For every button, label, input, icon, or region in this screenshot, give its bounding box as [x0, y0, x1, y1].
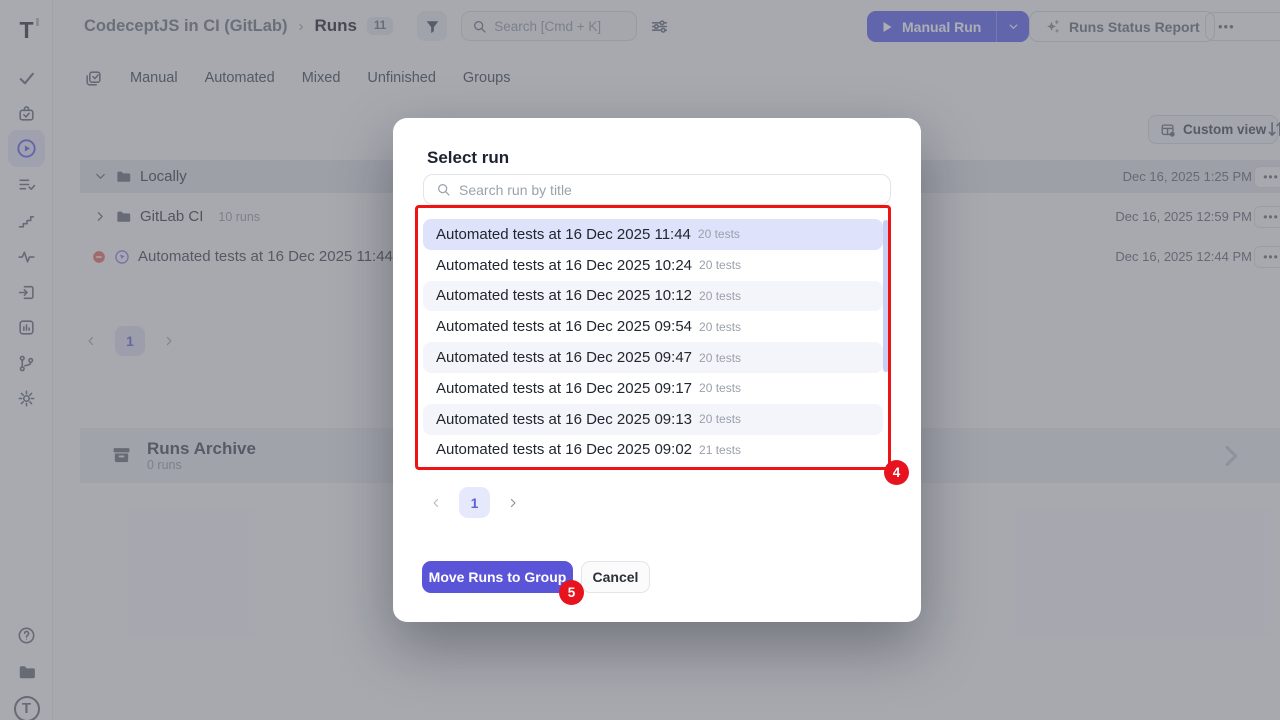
annotation-rectangle	[415, 205, 891, 470]
move-runs-to-group-button[interactable]: Move Runs to Group	[422, 561, 573, 593]
next-page-icon[interactable]	[506, 496, 520, 510]
modal-actions: Move Runs to Group Cancel	[422, 561, 650, 593]
cancel-button[interactable]: Cancel	[581, 561, 650, 593]
prev-page-icon[interactable]	[429, 496, 443, 510]
modal-title: Select run	[427, 148, 509, 168]
modal-pagination: 1	[429, 487, 520, 518]
search-icon	[436, 182, 451, 197]
annotation-badge-5: 5	[559, 580, 584, 605]
annotation-badge-4: 4	[884, 460, 909, 485]
page-number[interactable]: 1	[459, 487, 490, 518]
run-search-field[interactable]	[423, 174, 891, 205]
run-search-input[interactable]	[459, 182, 839, 198]
